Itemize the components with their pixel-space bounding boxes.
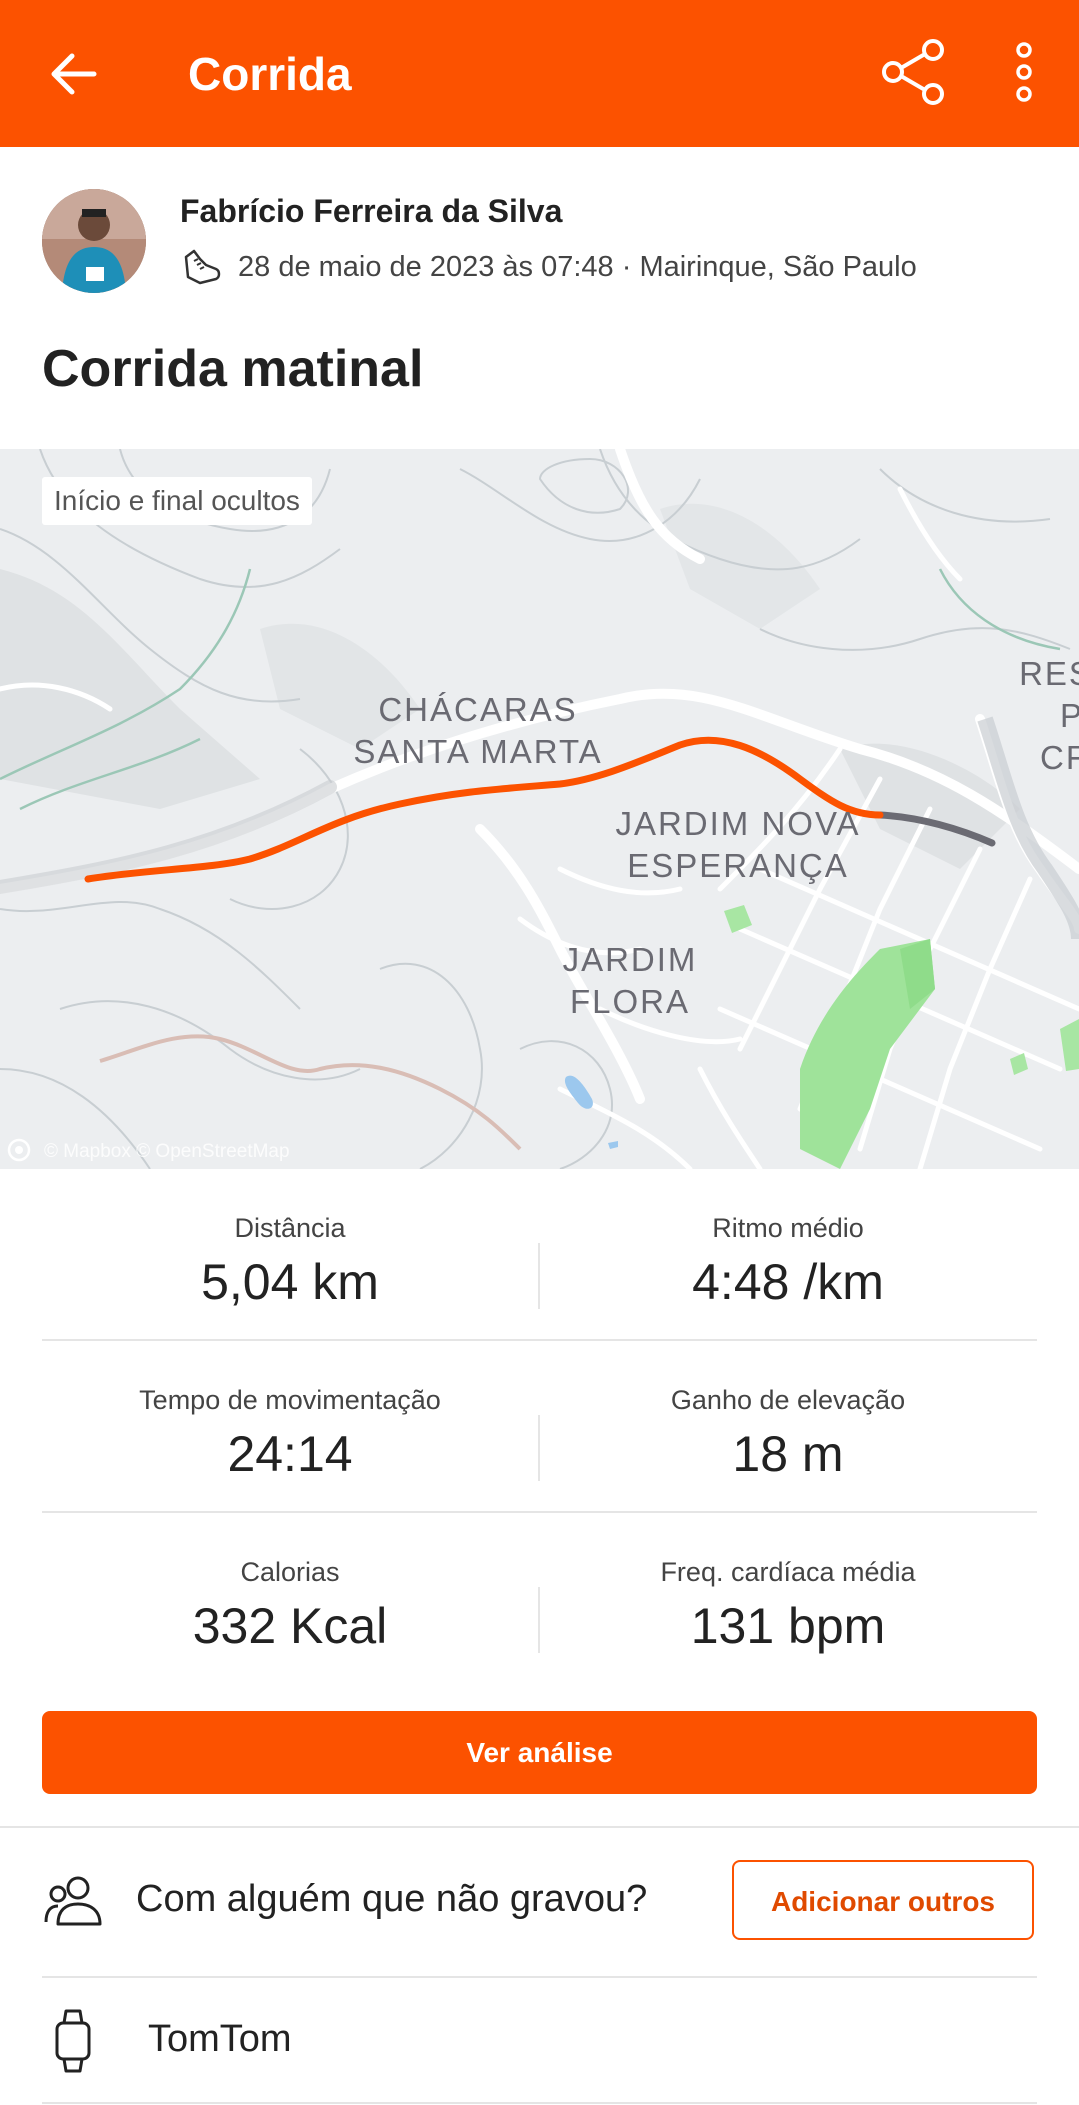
stat-value: 4:48 /km [692, 1254, 884, 1310]
device-name: TomTom [148, 2018, 292, 2060]
stat-heart-rate: Freq. cardíaca média 131 bpm [540, 1557, 1036, 1655]
stat-calories: Calorias 332 Kcal [42, 1557, 538, 1655]
add-others-question: Com alguém que não gravou? [136, 1878, 648, 1920]
people-icon [44, 1876, 102, 1926]
app-bar: Corrida [0, 0, 1079, 147]
map-label-jflora-1: JARDIM [563, 941, 698, 978]
map-label-chacaras-1: CHÁCARAS [378, 691, 577, 728]
stat-distance: Distância 5,04 km [42, 1213, 538, 1311]
watch-icon [55, 2009, 91, 2073]
privacy-badge: Início e final ocultos [42, 477, 312, 525]
arrow-left-icon[interactable] [44, 44, 104, 104]
page-title: Corrida [188, 48, 352, 100]
date-location: 28 de maio de 2023 às 07:48 · Mairinque,… [238, 250, 917, 283]
stat-label: Freq. cardíaca média [660, 1557, 916, 1587]
activity-meta: 28 de maio de 2023 às 07:48 · Mairinque,… [180, 247, 917, 287]
more-vertical-icon[interactable] [1002, 36, 1046, 108]
running-shoe-icon [184, 249, 221, 285]
stat-moving-time: Tempo de movimentação 24:14 [42, 1385, 538, 1483]
stat-label: Ritmo médio [712, 1213, 864, 1243]
stat-label: Tempo de movimentação [139, 1385, 441, 1415]
stat-value: 332 Kcal [192, 1598, 388, 1654]
device-row: TomTom [0, 1978, 1079, 2105]
stat-label: Calorias [240, 1557, 340, 1587]
divider [42, 2102, 1037, 2104]
stat-label: Ganho de elevação [670, 1385, 906, 1415]
map-label-edge-3: CF [1040, 739, 1079, 776]
map-label-jnova-1: JARDIM NOVA [615, 805, 860, 842]
stat-pace: Ritmo médio 4:48 /km [540, 1213, 1036, 1311]
route-map[interactable]: CHÁCARAS SANTA MARTA JARDIM NOVA ESPERAN… [0, 449, 1079, 1169]
map-attribution[interactable]: © Mapbox © OpenStreetMap [44, 1141, 290, 1163]
stat-value: 5,04 km [201, 1254, 379, 1310]
map-label-chacaras-2: SANTA MARTA [353, 733, 602, 770]
stat-elevation: Ganho de elevação 18 m [540, 1385, 1036, 1483]
stat-value: 24:14 [227, 1426, 353, 1482]
stat-row: Tempo de movimentação 24:14 Ganho de ele… [42, 1341, 1037, 1513]
share-icon[interactable] [878, 36, 948, 108]
stat-row: Calorias 332 Kcal Freq. cardíaca média 1… [42, 1513, 1037, 1683]
stats-grid: Distância 5,04 km Ritmo médio 4:48 /km T… [42, 1169, 1037, 1683]
view-analysis-button[interactable]: Ver análise [42, 1711, 1037, 1794]
stat-label: Distância [234, 1213, 346, 1243]
map-label-jnova-2: ESPERANÇA [627, 847, 849, 884]
map-canvas: CHÁCARAS SANTA MARTA JARDIM NOVA ESPERAN… [0, 449, 1079, 1169]
map-label-jflora-2: FLORA [570, 983, 690, 1020]
stat-row: Distância 5,04 km Ritmo médio 4:48 /km [42, 1169, 1037, 1341]
map-label-edge-1: RES [1019, 655, 1079, 692]
map-label-edge-2: P [1060, 697, 1079, 734]
add-others-button[interactable]: Adicionar outros [732, 1860, 1034, 1940]
stat-value: 18 m [732, 1426, 844, 1482]
athlete-name[interactable]: Fabrício Ferreira da Silva [180, 193, 562, 230]
avatar[interactable] [42, 189, 146, 293]
activity-title: Corrida matinal [42, 340, 424, 398]
add-others-row: Com alguém que não gravou? Adicionar out… [0, 1828, 1079, 1976]
stat-value: 131 bpm [690, 1598, 886, 1654]
activity-header: Fabrício Ferreira da Silva 28 de maio de… [0, 147, 1079, 449]
